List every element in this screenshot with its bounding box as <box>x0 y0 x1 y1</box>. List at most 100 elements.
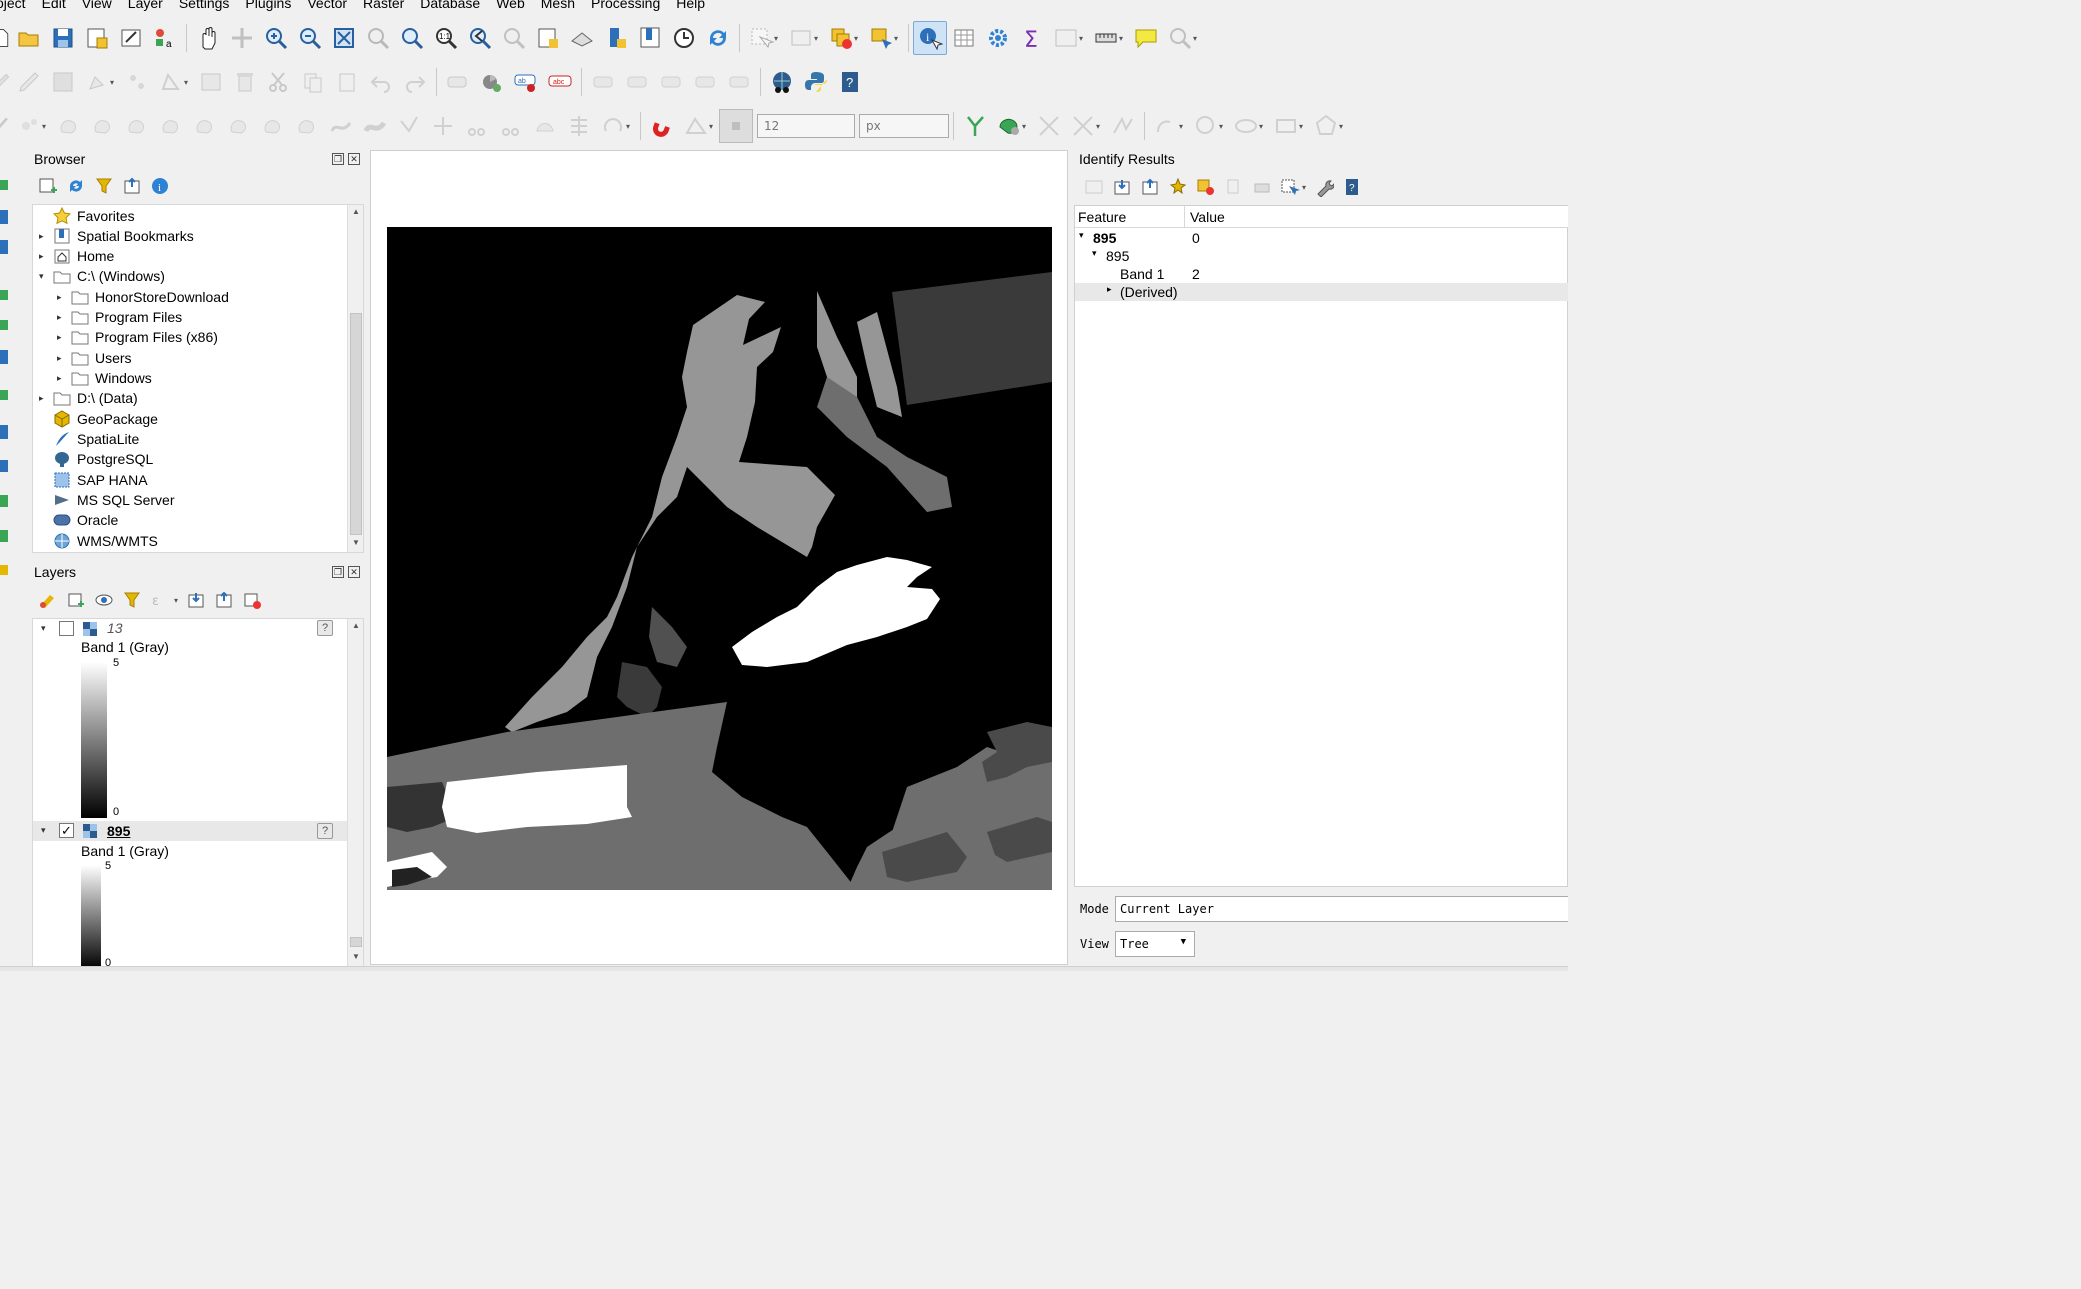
style-manager-icon[interactable]: a <box>148 21 182 55</box>
redo-icon[interactable] <box>398 65 432 99</box>
select-location-icon[interactable] <box>864 21 898 55</box>
intersection-snap-icon[interactable] <box>1032 109 1066 143</box>
add-circle-icon[interactable] <box>1189 109 1223 143</box>
browser-scrollbar[interactable]: ▲ ▼ <box>347 205 363 552</box>
save-project-icon[interactable] <box>46 21 80 55</box>
save-as-icon[interactable] <box>80 21 114 55</box>
reshape-icon[interactable] <box>52 109 86 143</box>
shape-dropdown-2-icon[interactable]: ▾ <box>1219 122 1229 131</box>
trim-extend-icon[interactable] <box>426 109 460 143</box>
browser-item-ms-sql-server[interactable]: MS SQL Server <box>39 490 175 510</box>
select-features-by-icon[interactable] <box>1280 177 1300 197</box>
snapping-mode-dropdown-icon[interactable]: ▾ <box>709 122 719 131</box>
locator-dropdown-icon[interactable]: ▾ <box>1193 34 1203 43</box>
statistics-sigma-icon[interactable]: Σ <box>1015 21 1049 55</box>
menu-processing[interactable]: Processing <box>583 0 668 12</box>
self-snap-icon[interactable] <box>1066 109 1100 143</box>
fill-ring-icon[interactable] <box>222 109 256 143</box>
identify-settings-wrench-icon[interactable] <box>1314 177 1335 197</box>
help-icon[interactable]: ? <box>833 65 867 99</box>
snapping-unit-select[interactable] <box>859 114 949 138</box>
identify-view-icon[interactable] <box>1084 177 1104 197</box>
layer-895-name[interactable]: 895 <box>107 823 130 839</box>
show-bookmarks-icon[interactable] <box>633 21 667 55</box>
select-dropdown-icon[interactable]: ▾ <box>774 34 784 43</box>
zoom-to-selection-icon[interactable] <box>361 21 395 55</box>
add-ellipse-icon[interactable] <box>1229 109 1263 143</box>
menu-help[interactable]: Help <box>668 0 713 12</box>
snapping-magnet-icon[interactable] <box>645 109 679 143</box>
scroll-thumb[interactable] <box>350 313 362 535</box>
zoom-last-icon[interactable] <box>463 21 497 55</box>
rotate-feature-icon[interactable] <box>120 109 154 143</box>
simplify-icon[interactable] <box>154 109 188 143</box>
browser-item-program-files-x86[interactable]: ▸ Program Files (x86) <box>57 327 218 347</box>
rotate-point-icon[interactable] <box>596 109 630 143</box>
layers-close-icon[interactable]: ✕ <box>348 566 360 578</box>
delete-ring-icon[interactable] <box>256 109 290 143</box>
add-rectangle-icon[interactable] <box>1269 109 1303 143</box>
save-edits-icon[interactable] <box>46 65 80 99</box>
scroll-thumb[interactable] <box>350 937 362 947</box>
scroll-up-icon[interactable]: ▲ <box>348 207 364 221</box>
reverse-line-icon[interactable] <box>392 109 426 143</box>
split-parts-icon[interactable] <box>494 109 528 143</box>
menu-raster[interactable]: Raster <box>355 0 412 12</box>
current-edits-icon[interactable] <box>0 65 12 99</box>
tracing-icon[interactable] <box>1106 109 1140 143</box>
new-project-icon[interactable] <box>0 21 12 55</box>
layer-13-name[interactable]: 13 <box>107 620 123 636</box>
identify-help-icon[interactable]: ? <box>1342 177 1362 197</box>
snapping-tolerance-input[interactable] <box>757 114 855 138</box>
browser-close-icon[interactable]: ✕ <box>348 153 360 165</box>
browser-item-favorites[interactable]: Favorites <box>39 206 135 226</box>
layer-895-expand-icon[interactable]: ▾ <box>41 825 46 836</box>
menu-plugins[interactable]: Plugins <box>237 0 299 12</box>
menu-project[interactable]: oject <box>0 0 34 12</box>
settings-gear-icon[interactable] <box>981 21 1015 55</box>
browser-item-windows[interactable]: ▸ Windows <box>57 368 152 388</box>
view-select[interactable]: Tree ▼ <box>1115 931 1195 957</box>
identify-row-derived[interactable]: ▸ (Derived) <box>1075 283 1568 301</box>
toggle-editing-icon[interactable] <box>12 65 46 99</box>
add-group-icon[interactable] <box>66 590 86 610</box>
copy-feature-icon[interactable] <box>1224 177 1244 197</box>
delete-part-icon[interactable] <box>290 109 324 143</box>
field-calculator-icon[interactable] <box>1049 21 1083 55</box>
open-project-icon[interactable] <box>12 21 46 55</box>
properties-info-icon[interactable]: i <box>150 176 170 196</box>
browser-float-icon[interactable]: ❐ <box>332 153 344 165</box>
merge-attributes-icon[interactable] <box>562 109 596 143</box>
change-label-icon[interactable] <box>688 65 722 99</box>
collapse-tree-icon[interactable] <box>1140 177 1160 197</box>
scroll-down-icon[interactable]: ▼ <box>348 538 364 552</box>
browser-filter-icon[interactable] <box>94 176 114 196</box>
highlight-label-icon[interactable]: abc <box>543 65 577 99</box>
avoid-overlap-dropdown-icon[interactable]: ▾ <box>1022 122 1032 131</box>
manage-visibility-icon[interactable] <box>94 590 114 610</box>
zoom-to-layer-icon[interactable] <box>395 21 429 55</box>
filter-legend-icon[interactable] <box>122 590 142 610</box>
rotate-label-icon[interactable] <box>654 65 688 99</box>
layer-895-warning-icon[interactable]: ? <box>317 823 333 839</box>
layer-diagram-icon[interactable] <box>475 65 509 99</box>
clear-results-icon[interactable] <box>1196 177 1216 197</box>
paste-features-icon[interactable] <box>330 65 364 99</box>
zoom-in-icon[interactable] <box>259 21 293 55</box>
attribute-table-icon[interactable] <box>947 21 981 55</box>
zoom-native-icon[interactable]: 1:1 <box>429 21 463 55</box>
temporal-controller-icon[interactable] <box>667 21 701 55</box>
split-features-icon[interactable] <box>460 109 494 143</box>
layers-scrollbar[interactable]: ▲ ▼ <box>347 619 363 968</box>
zoom-out-icon[interactable] <box>293 21 327 55</box>
self-snap-dropdown-icon[interactable]: ▾ <box>1096 122 1106 131</box>
layer-13-warning-icon[interactable]: ? <box>317 620 333 636</box>
vertex-dropdown-icon[interactable]: ▾ <box>184 78 194 87</box>
new-3d-view-icon[interactable] <box>565 21 599 55</box>
layer-895-checkbox[interactable]: ✓ <box>59 823 74 838</box>
feature-column-header[interactable]: Feature <box>1078 209 1126 225</box>
collapse-all-icon[interactable] <box>122 176 142 196</box>
identify-row-band[interactable]: Band 1 2 <box>1075 265 1568 283</box>
mode-select[interactable]: Current Layer <box>1115 896 1568 922</box>
vertex-tool-icon[interactable] <box>154 65 188 99</box>
